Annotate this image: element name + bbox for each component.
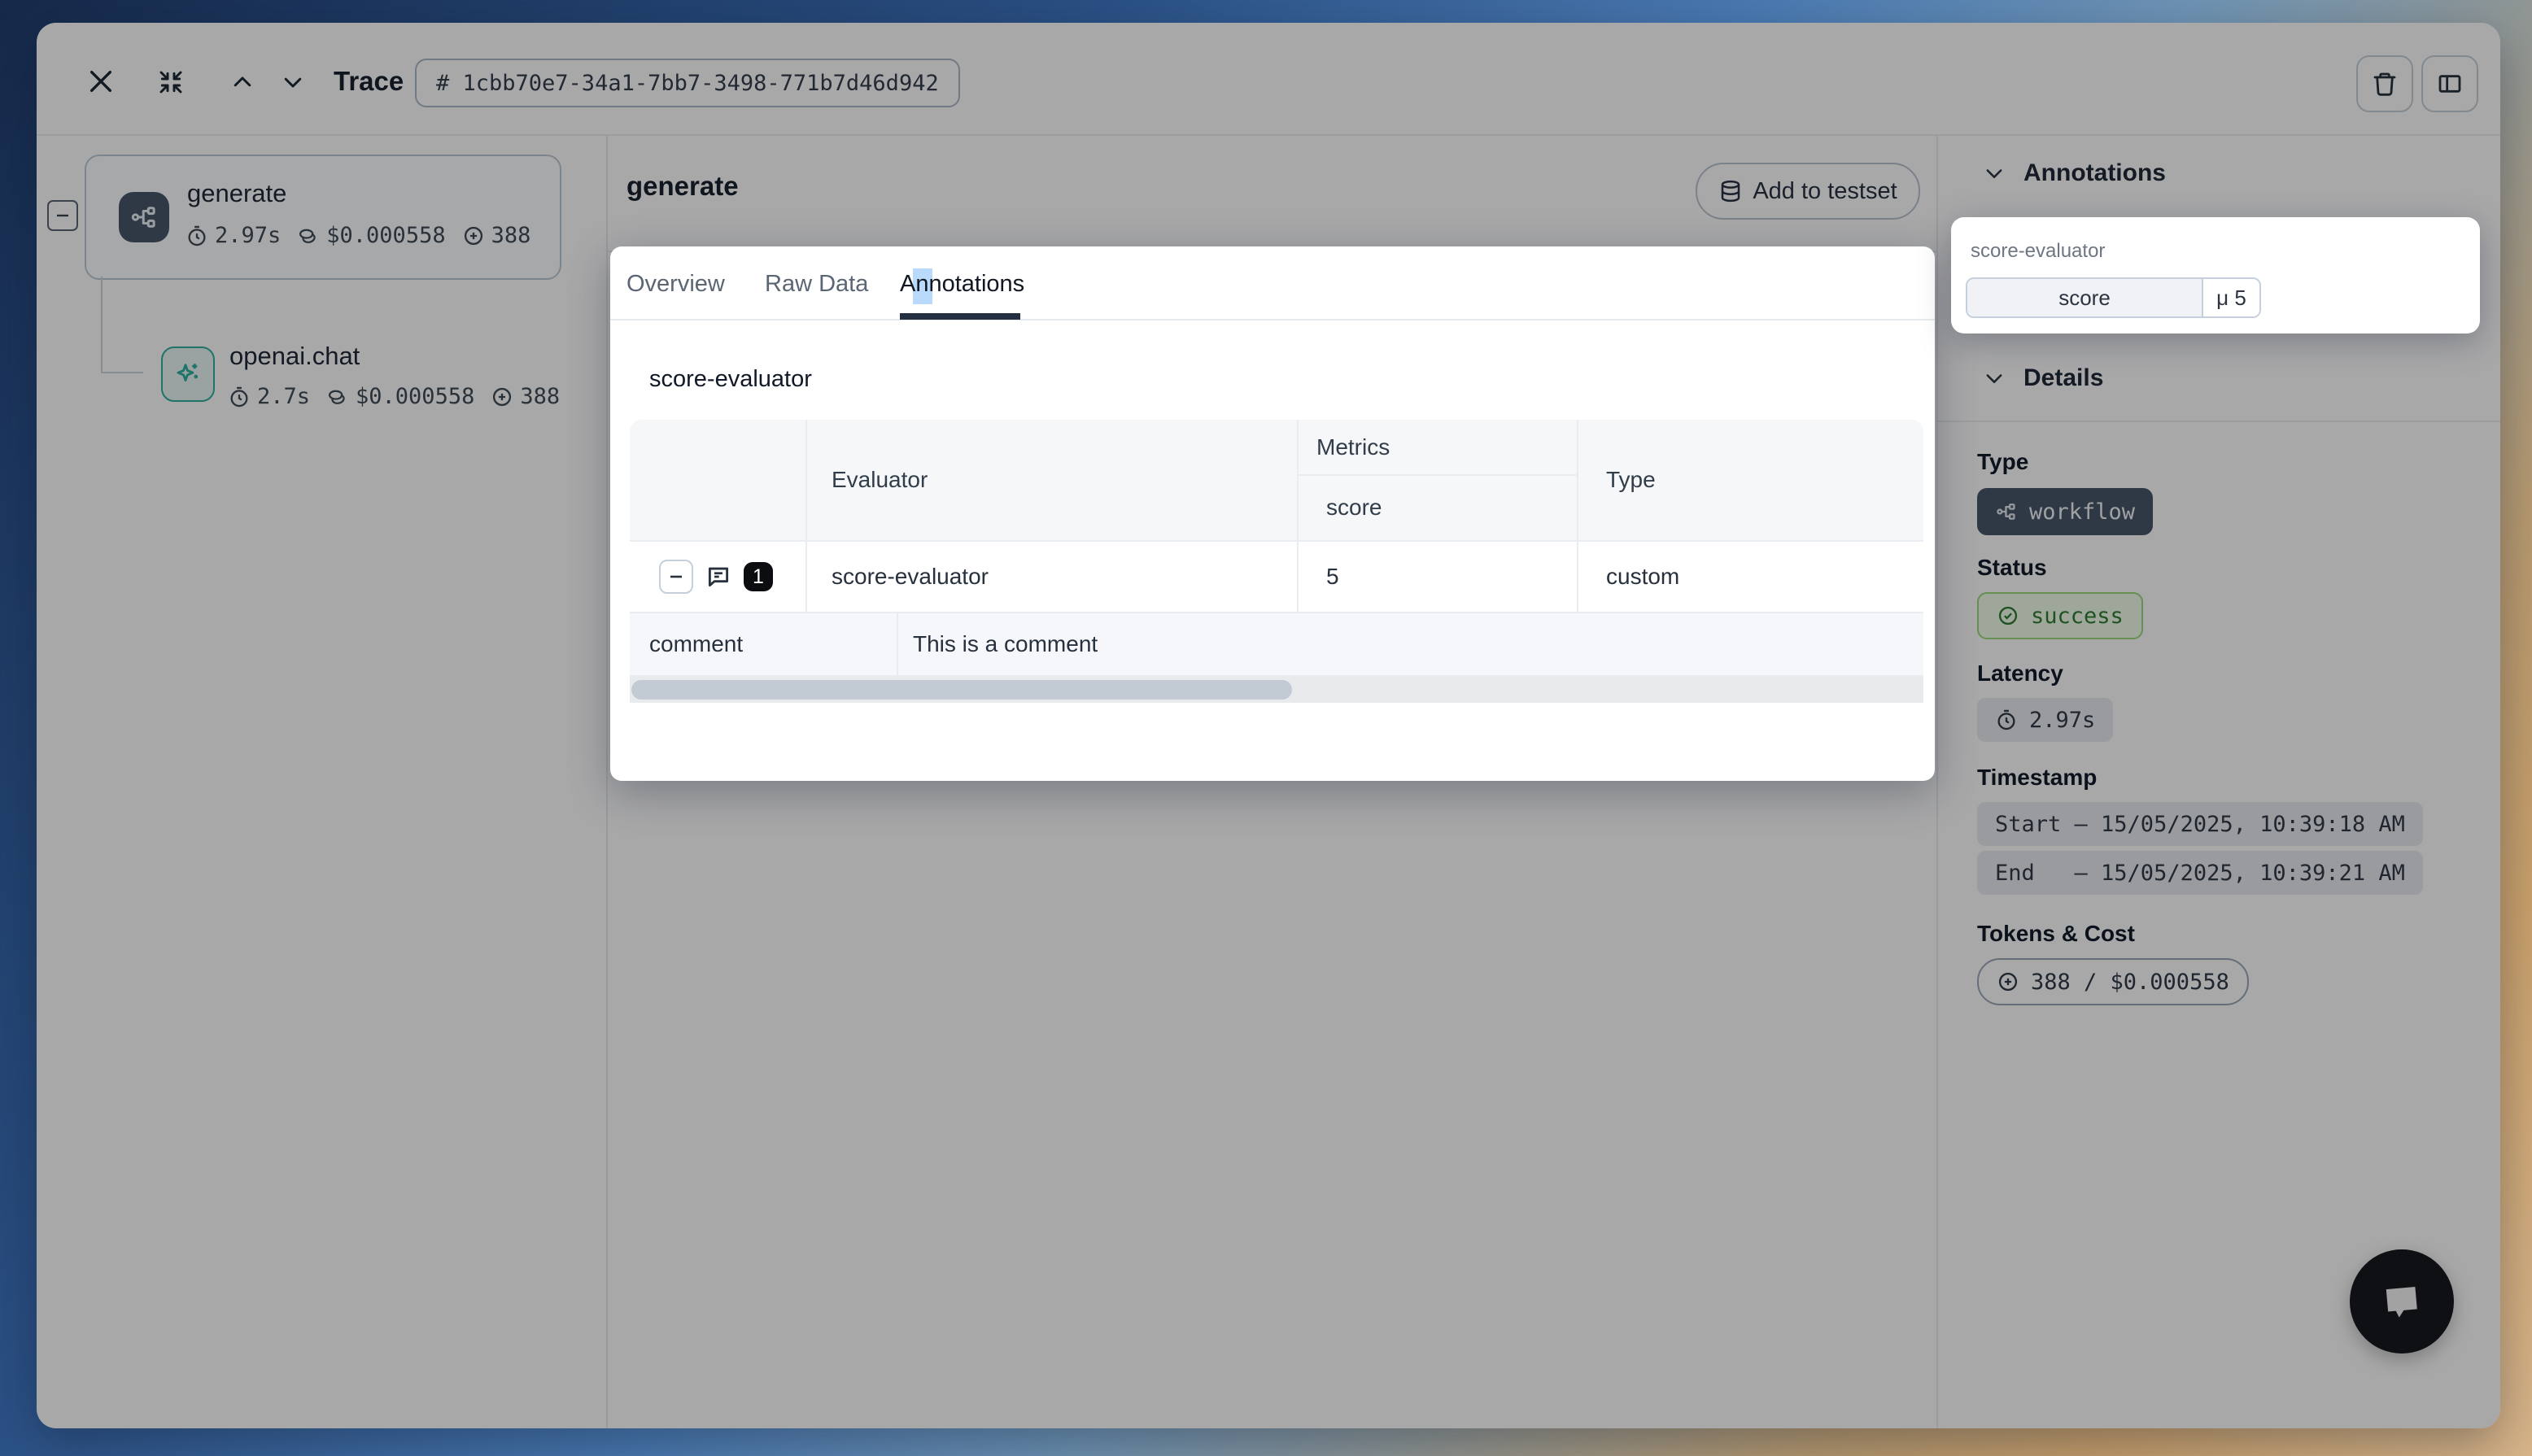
column-header-type: Type <box>1606 420 1656 540</box>
table-grid-line <box>805 542 807 612</box>
comment-value: This is a comment <box>913 613 1098 675</box>
comment-key: comment <box>649 613 743 675</box>
collapse-row-button[interactable] <box>659 560 693 594</box>
table-grid-line <box>1297 420 1299 540</box>
table-grid-line <box>897 613 898 675</box>
row-score: 5 <box>1326 542 1339 612</box>
annotations-table: Evaluator Metrics score Type 1 score-eva… <box>630 420 1923 703</box>
evaluator-section-title: score-evaluator <box>649 366 812 393</box>
span-detail-panel: Overview Raw Data Annotations score-eval… <box>610 246 1935 781</box>
score-metric-pill: score μ 5 <box>1966 277 2261 318</box>
row-actions: 1 <box>659 542 773 612</box>
column-header-score: score <box>1326 474 1382 540</box>
table-grid-line <box>1297 542 1299 612</box>
row-type: custom <box>1606 542 1679 612</box>
tab-raw-data[interactable]: Raw Data <box>765 271 868 298</box>
horizontal-scrollbar-thumb[interactable] <box>631 680 1292 700</box>
table-header <box>630 420 1923 540</box>
column-header-evaluator: Evaluator <box>832 420 928 540</box>
table-grid-line <box>1577 542 1578 612</box>
comment-row <box>630 613 1923 675</box>
comment-count-badge[interactable]: 1 <box>744 562 773 591</box>
tab-overview[interactable]: Overview <box>626 271 725 298</box>
column-header-metrics: Metrics <box>1316 420 1390 474</box>
score-metric-name[interactable]: score <box>1967 279 2203 316</box>
row-evaluator: score-evaluator <box>832 542 989 612</box>
comment-icon[interactable] <box>705 563 732 591</box>
score-aggregate-value: μ 5 <box>2203 279 2259 316</box>
table-grid-line <box>1577 420 1578 540</box>
card-evaluator-label: score-evaluator <box>1971 240 2105 263</box>
page-background: Trace # 1cbb70e7-34a1-7bb7-3498-771b7d46… <box>0 0 2532 1456</box>
table-row <box>630 542 1923 612</box>
tabs-divider <box>610 319 1935 320</box>
annotation-score-card: score-evaluator score μ 5 <box>1951 217 2480 333</box>
table-grid-line <box>805 420 807 540</box>
tab-annotations[interactable]: Annotations <box>900 271 1024 298</box>
active-tab-underline <box>900 313 1020 320</box>
table-grid-line <box>1297 474 1578 476</box>
